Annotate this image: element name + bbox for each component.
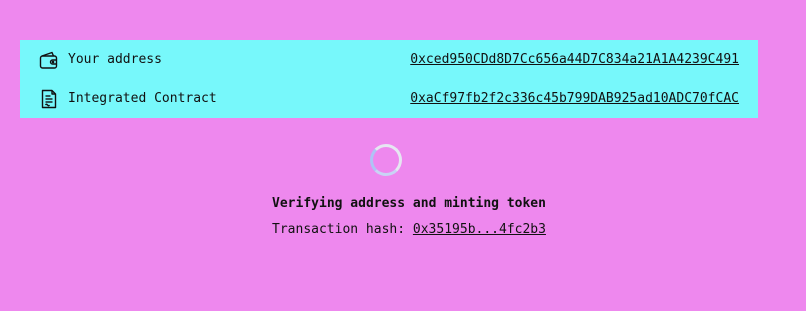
info-panel: Your address 0xced950CDd8D7Cc656a44D7C83… xyxy=(20,40,758,118)
transaction-hash-label: Transaction hash: xyxy=(272,222,413,237)
wallet-icon xyxy=(38,49,60,71)
address-row: Your address 0xced950CDd8D7Cc656a44D7C83… xyxy=(20,40,758,79)
address-link[interactable]: 0xced950CDd8D7Cc656a44D7C834a21A1A4239C4… xyxy=(410,52,739,67)
contract-label: Integrated Contract xyxy=(68,91,217,106)
address-label: Your address xyxy=(68,52,162,67)
document-icon xyxy=(38,88,60,110)
transaction-hash-line: Transaction hash: 0x35195b...4fc2b3 xyxy=(0,222,806,237)
loading-spinner-icon xyxy=(370,144,402,176)
contract-link[interactable]: 0xaCf97fb2f2c336c45b799DAB925ad10ADC70fC… xyxy=(410,91,739,106)
status-message: Verifying address and minting token xyxy=(272,196,546,211)
contract-row: Integrated Contract 0xaCf97fb2f2c336c45b… xyxy=(20,79,758,118)
transaction-hash-link[interactable]: 0x35195b...4fc2b3 xyxy=(413,222,546,237)
